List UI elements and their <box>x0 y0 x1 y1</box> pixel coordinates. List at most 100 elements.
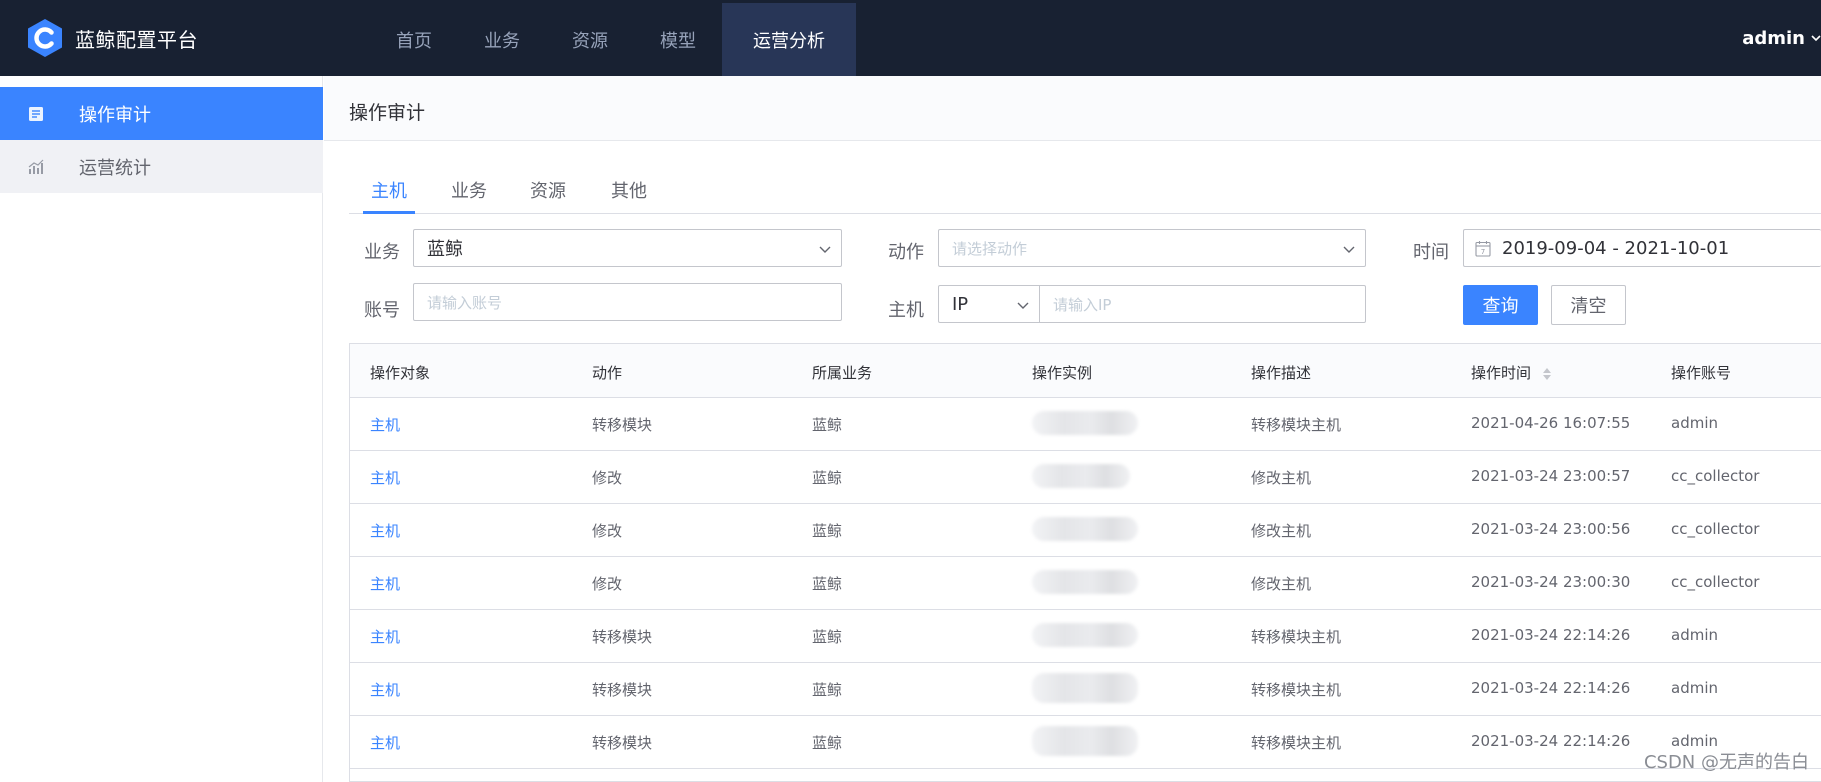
sidebar-item-statistics[interactable]: 运营统计 <box>0 140 323 193</box>
action-placeholder: 请选择动作 <box>952 239 1028 258</box>
host-type-select[interactable]: IP <box>938 285 1040 323</box>
nav-item-resource[interactable]: 资源 <box>546 3 634 76</box>
description-cell: 转移模块主机 <box>1251 628 1342 646</box>
action-cell: 转移模块 <box>592 416 653 434</box>
audit-table: 操作对象 动作 所属业务 操作实例 操作描述 操作时间 操作账号 主机 转移模块… <box>349 343 1821 782</box>
object-link[interactable]: 主机 <box>370 626 400 647</box>
description-cell: 转移模块主机 <box>1251 416 1342 434</box>
chevron-down-icon <box>1017 302 1029 309</box>
object-link[interactable]: 主机 <box>370 414 400 435</box>
account-cell: cc_collector <box>1671 520 1760 538</box>
description-cell: 转移模块主机 <box>1251 734 1342 752</box>
table-row[interactable]: 主机 修改 蓝鲸 修改主机 2021-03-24 23:00:56 cc_col… <box>350 504 1821 557</box>
action-cell: 转移模块 <box>592 628 653 646</box>
account-placeholder: 请输入账号 <box>427 293 503 312</box>
chart-icon <box>28 159 44 174</box>
svg-text:7: 7 <box>1481 248 1485 256</box>
watermark: CSDN @无声的告白 <box>1643 752 1809 773</box>
time-cell: 2021-03-24 23:00:57 <box>1471 467 1631 485</box>
user-name: admin <box>1742 27 1805 49</box>
time-cell: 2021-03-24 22:14:26 <box>1471 732 1631 750</box>
calendar-icon: 7 <box>1475 241 1491 257</box>
audit-icon <box>29 106 43 121</box>
title-bar: 操作审计 <box>324 76 1821 141</box>
redacted-instance <box>1032 570 1138 594</box>
description-cell: 修改主机 <box>1251 575 1312 593</box>
time-cell: 2021-03-24 22:14:26 <box>1471 679 1631 697</box>
business-cell: 蓝鲸 <box>812 416 843 434</box>
query-button[interactable]: 查询 <box>1463 285 1538 325</box>
host-ip-input[interactable]: 请输入IP <box>1039 285 1366 323</box>
page-title: 操作审计 <box>349 102 426 124</box>
table-row[interactable]: 主机 转移模块 蓝鲸 转移模块主机 2021-03-24 22:14:26 ad… <box>350 663 1821 716</box>
time-cell: 2021-03-24 23:00:30 <box>1471 573 1631 591</box>
table-row[interactable]: 主机 修改 蓝鲸 修改主机 2021-03-24 23:00:57 cc_col… <box>350 451 1821 504</box>
app-name: 蓝鲸配置平台 <box>75 27 198 52</box>
sort-icon[interactable] <box>1542 366 1552 382</box>
time-cell: 2021-03-24 22:14:26 <box>1471 626 1631 644</box>
column-header-instance: 操作实例 <box>1032 364 1093 382</box>
table-row[interactable]: 主机 修改 蓝鲸 修改主机 2021-03-24 23:00:30 cc_col… <box>350 557 1821 610</box>
action-label: 动作 <box>888 242 924 263</box>
redacted-instance <box>1032 726 1138 756</box>
chevron-down-icon <box>1811 35 1821 42</box>
column-header-time[interactable]: 操作时间 <box>1471 362 1552 383</box>
business-select[interactable]: 蓝鲸 <box>413 229 842 267</box>
clear-button[interactable]: 清空 <box>1551 285 1626 325</box>
date-range-picker[interactable]: 7 2019-09-04 - 2021-10-01 <box>1463 229 1821 267</box>
action-cell: 修改 <box>592 575 623 593</box>
table-header: 操作对象 动作 所属业务 操作实例 操作描述 操作时间 操作账号 <box>350 344 1821 398</box>
description-cell: 修改主机 <box>1251 522 1312 540</box>
nav-item-operation-analysis[interactable]: 运营分析 <box>722 3 856 76</box>
business-cell: 蓝鲸 <box>812 628 843 646</box>
action-select[interactable]: 请选择动作 <box>938 229 1366 267</box>
date-range-value: 2019-09-04 - 2021-10-01 <box>1502 237 1730 259</box>
tab-business[interactable]: 业务 <box>451 177 487 203</box>
nav-item-model[interactable]: 模型 <box>634 3 722 76</box>
action-cell: 修改 <box>592 469 623 487</box>
time-cell: 2021-04-26 16:07:55 <box>1471 414 1631 432</box>
tab-other[interactable]: 其他 <box>611 177 647 203</box>
object-link[interactable]: 主机 <box>370 467 400 488</box>
business-cell: 蓝鲸 <box>812 734 843 752</box>
table-row[interactable]: 主机 转移模块 蓝鲸 转移模块主机 2021-04-26 16:07:55 ad… <box>350 398 1821 451</box>
redacted-instance <box>1032 673 1138 703</box>
description-cell: 转移模块主机 <box>1251 681 1342 699</box>
brand[interactable]: 蓝鲸配置平台 <box>26 18 198 58</box>
nav-item-business[interactable]: 业务 <box>458 3 546 76</box>
redacted-instance <box>1032 411 1138 435</box>
user-menu[interactable]: admin <box>1742 0 1821 76</box>
column-header-time-label: 操作时间 <box>1471 364 1532 382</box>
business-cell: 蓝鲸 <box>812 575 843 593</box>
top-nav: 首页 业务 资源 模型 运营分析 <box>370 3 856 76</box>
host-ip-placeholder: 请输入IP <box>1053 295 1112 314</box>
object-link[interactable]: 主机 <box>370 732 400 753</box>
table-row[interactable]: 主机 转移模块 蓝鲸 转移模块主机 2021-03-24 22:14:26 ad… <box>350 716 1821 769</box>
tab-host[interactable]: 主机 <box>363 166 415 214</box>
account-cell: cc_collector <box>1671 467 1760 485</box>
business-cell: 蓝鲸 <box>812 469 843 487</box>
action-cell: 转移模块 <box>592 681 653 699</box>
object-link[interactable]: 主机 <box>370 520 400 541</box>
time-cell: 2021-03-24 23:00:56 <box>1471 520 1631 538</box>
object-link[interactable]: 主机 <box>370 679 400 700</box>
sidebar-item-label: 运营统计 <box>79 157 151 179</box>
tab-resource[interactable]: 资源 <box>530 177 566 203</box>
column-header-action: 动作 <box>592 364 623 382</box>
object-link[interactable]: 主机 <box>370 573 400 594</box>
action-cell: 转移模块 <box>592 734 653 752</box>
column-header-object: 操作对象 <box>370 364 431 382</box>
account-cell: admin <box>1671 626 1718 644</box>
description-cell: 修改主机 <box>1251 469 1312 487</box>
business-cell: 蓝鲸 <box>812 522 843 540</box>
top-navbar: 蓝鲸配置平台 首页 业务 资源 模型 运营分析 admin <box>0 0 1821 76</box>
account-input[interactable]: 请输入账号 <box>413 283 842 321</box>
sidebar: 操作审计 运营统计 <box>0 76 323 782</box>
column-header-account: 操作账号 <box>1671 364 1732 382</box>
table-row[interactable]: 主机 转移模块 蓝鲸 转移模块主机 2021-03-24 22:14:26 ad… <box>350 610 1821 663</box>
sidebar-item-audit[interactable]: 操作审计 <box>0 87 323 140</box>
sidebar-item-label: 操作审计 <box>79 104 151 126</box>
chevron-down-icon <box>819 246 831 253</box>
redacted-instance <box>1032 464 1130 488</box>
nav-item-home[interactable]: 首页 <box>370 3 458 76</box>
